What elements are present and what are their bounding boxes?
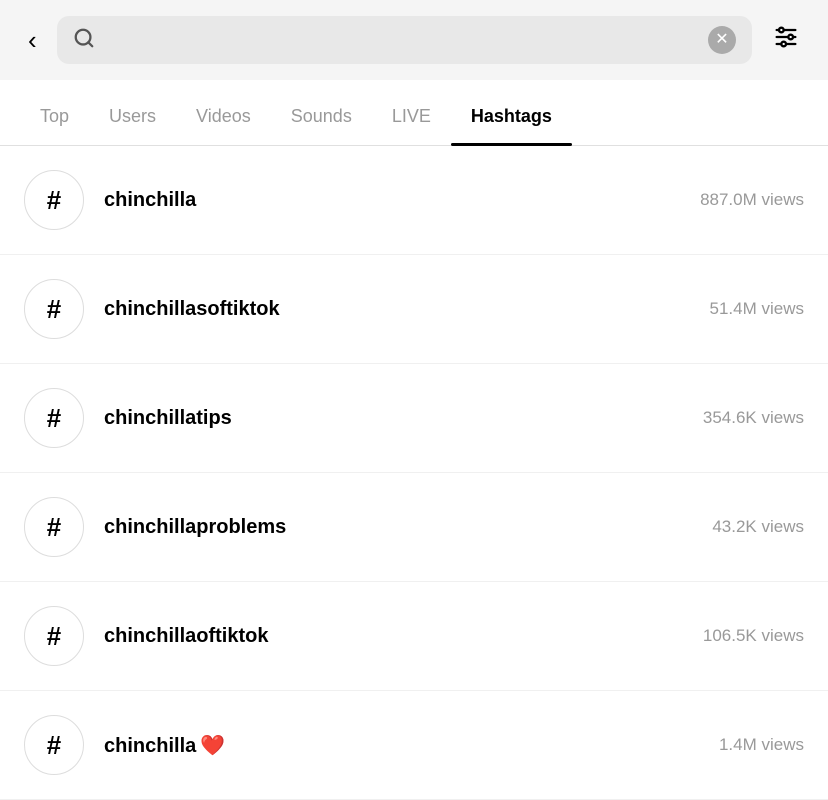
hashtag-icon: # [24, 279, 84, 339]
hashtag-icon: # [24, 497, 84, 557]
header: ‹ chinchilla ✕ [0, 0, 828, 80]
tab-sounds[interactable]: Sounds [271, 88, 372, 145]
hashtag-icon: # [24, 170, 84, 230]
hashtag-views: 887.0M views [700, 190, 804, 210]
hashtag-name: chinchilla [104, 189, 680, 212]
heart-icon: ❤️ [200, 735, 225, 757]
hashtag-name: chinchilla❤️ [104, 733, 699, 758]
tabs-bar: Top Users Videos Sounds LIVE Hashtags [0, 88, 828, 146]
clear-icon: ✕ [715, 32, 728, 48]
hashtag-views: 354.6K views [703, 408, 804, 428]
back-button[interactable]: ‹ [20, 23, 45, 57]
tab-hashtags[interactable]: Hashtags [451, 88, 572, 145]
hashtag-name: chinchillaproblems [104, 516, 692, 539]
search-input[interactable]: chinchilla [105, 29, 698, 52]
search-icon [73, 27, 95, 53]
list-item[interactable]: # chinchillaproblems 43.2K views [0, 473, 828, 582]
clear-button[interactable]: ✕ [708, 26, 736, 54]
hashtag-icon: # [24, 388, 84, 448]
tab-videos[interactable]: Videos [176, 88, 271, 145]
hashtag-views: 51.4M views [710, 299, 804, 319]
hashtag-views: 106.5K views [703, 626, 804, 646]
filter-button[interactable] [764, 19, 808, 62]
list-item[interactable]: # chinchillaoftiktok 106.5K views [0, 582, 828, 691]
list-item[interactable]: # chinchillasoftiktok 51.4M views [0, 255, 828, 364]
list-item[interactable]: # chinchillatips 354.6K views [0, 364, 828, 473]
hashtag-name: chinchillaoftiktok [104, 625, 683, 648]
hashtag-name: chinchillasoftiktok [104, 298, 690, 321]
search-bar: chinchilla ✕ [57, 16, 752, 64]
tab-top[interactable]: Top [20, 88, 89, 145]
list-item[interactable]: # chinchilla❤️ 1.4M views [0, 691, 828, 800]
hashtag-icon: # [24, 715, 84, 775]
hashtag-name: chinchillatips [104, 407, 683, 430]
hashtag-views: 43.2K views [712, 517, 804, 537]
tab-users[interactable]: Users [89, 88, 176, 145]
list-item[interactable]: # chinchilla 887.0M views [0, 146, 828, 255]
hashtag-icon: # [24, 606, 84, 666]
hashtag-views: 1.4M views [719, 735, 804, 755]
tab-live[interactable]: LIVE [372, 88, 451, 145]
hashtag-list: # chinchilla 887.0M views # chinchillaso… [0, 146, 828, 800]
